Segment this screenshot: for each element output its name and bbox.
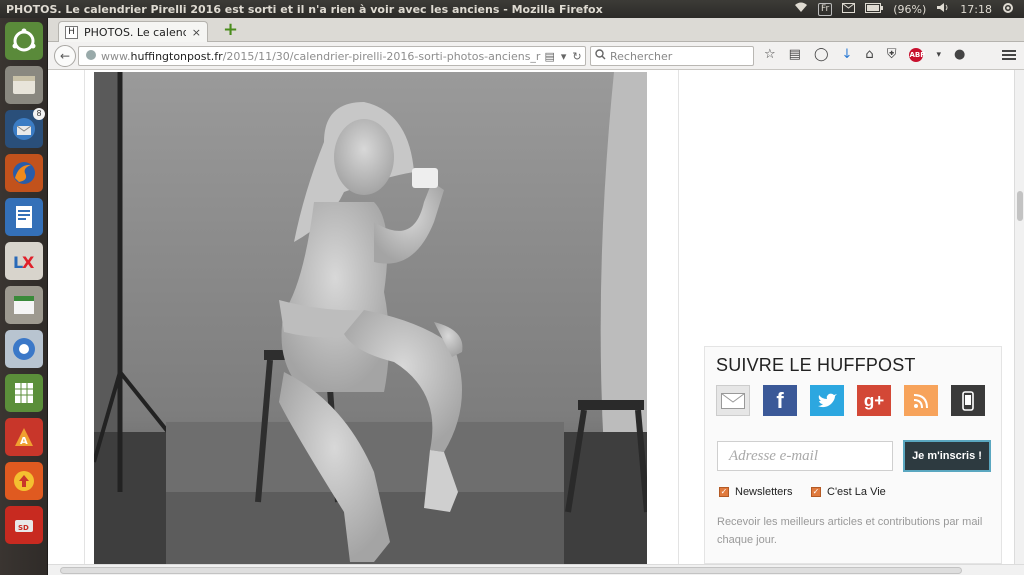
email-icon[interactable]: [716, 385, 750, 416]
social-links: f g+: [716, 385, 985, 416]
horizontal-scroll-thumb[interactable]: [60, 567, 962, 574]
navigation-toolbar: ← www.huffingtonpost.fr/2015/11/30/calen…: [48, 42, 1024, 70]
vertical-scrollbar[interactable]: [1014, 70, 1024, 564]
checkbox-checked-icon[interactable]: ✓: [811, 487, 821, 497]
volume-icon[interactable]: [936, 2, 950, 16]
column-divider-right: [678, 70, 679, 564]
pocket-icon[interactable]: ◯: [814, 47, 829, 62]
shield-icon[interactable]: ⛨: [887, 47, 897, 62]
bookmarks-menu-icon[interactable]: ▤: [789, 47, 801, 62]
horizontal-scrollbar[interactable]: [48, 564, 1024, 575]
battery-percent: (96%): [893, 2, 927, 16]
chromium-icon[interactable]: [5, 330, 43, 368]
email-field[interactable]: Adresse e-mail: [717, 441, 893, 471]
window-title: PHOTOS. Le calendrier Pirelli 2016 est s…: [6, 2, 603, 16]
writer-icon[interactable]: [5, 198, 43, 236]
url-domain: huffingtonpost.fr: [130, 49, 223, 63]
page-content: SUIVRE LE HUFFPOST f g+ Adresse e-mail J…: [48, 70, 1014, 564]
calendar-icon[interactable]: [5, 286, 43, 324]
cest-la-vie-label: C'est La Vie: [827, 486, 886, 498]
update-manager-icon[interactable]: [5, 462, 43, 500]
hamburger-menu-icon[interactable]: [1002, 48, 1016, 62]
mail-icon[interactable]: [842, 2, 856, 16]
search-placeholder: Rechercher: [610, 49, 673, 63]
search-icon: [595, 49, 606, 63]
disk-icon[interactable]: SD: [5, 506, 43, 544]
chat-icon[interactable]: ●: [954, 47, 965, 62]
follow-huffpost-widget: SUIVRE LE HUFFPOST f g+ Adresse e-mail J…: [704, 346, 1002, 564]
subscribe-description: Recevoir les meilleurs articles et contr…: [717, 516, 983, 546]
vertical-scroll-thumb[interactable]: [1017, 191, 1023, 221]
search-bar[interactable]: Rechercher: [590, 46, 754, 66]
keyboard-layout[interactable]: Fr: [818, 2, 833, 16]
svg-text:X: X: [22, 253, 35, 272]
site-identity-icon[interactable]: [85, 49, 97, 64]
reload-icon[interactable]: ↻: [572, 50, 581, 63]
newsletters-label: Newsletters: [735, 486, 793, 498]
software-center-icon[interactable]: A: [5, 418, 43, 456]
gear-icon[interactable]: [1002, 2, 1014, 17]
newsletters-checkbox[interactable]: ✓ Newsletters: [719, 486, 792, 498]
thunderbird-icon[interactable]: 8: [5, 108, 45, 148]
close-tab-icon[interactable]: ×: [192, 26, 201, 39]
checkbox-checked-icon[interactable]: ✓: [719, 487, 729, 497]
bookmark-star-icon[interactable]: ☆: [764, 47, 776, 62]
url-bar[interactable]: www.huffingtonpost.fr/2015/11/30/calendr…: [78, 46, 586, 66]
back-button[interactable]: ←: [54, 45, 76, 67]
launcher: 8 LX A SD: [0, 18, 48, 575]
mobile-icon[interactable]: [951, 385, 985, 416]
reader-view-icon[interactable]: ▤: [544, 50, 554, 63]
toolbar-icons: ☆ ▤ ◯ ↓ ⌂ ⛨ ABP ▾ ●: [764, 47, 965, 62]
home-icon[interactable]: ⌂: [865, 47, 873, 62]
dash-home-icon[interactable]: [5, 22, 43, 60]
huffpost-favicon: H: [65, 25, 78, 39]
follow-title: SUIVRE LE HUFFPOST: [716, 355, 916, 375]
downloads-icon[interactable]: ↓: [842, 47, 853, 62]
window-title-bar: PHOTOS. Le calendrier Pirelli 2016 est s…: [0, 0, 1024, 18]
spreadsheet-icon[interactable]: [5, 374, 43, 412]
clock[interactable]: 17:18: [960, 3, 992, 16]
column-divider-left: [84, 70, 85, 564]
tab-bar: H PHOTOS. Le calendr... × +: [48, 18, 1024, 42]
url-prefix: www.: [101, 49, 131, 63]
facebook-icon[interactable]: f: [763, 385, 797, 416]
new-tab-button[interactable]: +: [223, 21, 238, 39]
adblock-dropdown-icon[interactable]: ▾: [936, 50, 941, 60]
wifi-icon[interactable]: [794, 2, 808, 16]
system-tray: Fr (96%) 17:18: [794, 2, 1024, 17]
svg-text:SD: SD: [18, 524, 29, 532]
files-icon[interactable]: [5, 66, 43, 104]
twitter-icon[interactable]: [810, 385, 844, 416]
tab-label: PHOTOS. Le calendr...: [84, 25, 186, 39]
firefox-icon[interactable]: [5, 154, 43, 192]
adblock-icon[interactable]: ABP: [909, 47, 925, 62]
unread-badge: 8: [33, 108, 45, 120]
svg-text:A: A: [20, 436, 28, 447]
battery-icon[interactable]: [865, 2, 884, 16]
dropdown-arrow-icon[interactable]: ▾: [561, 50, 567, 63]
lyx-icon[interactable]: LX: [5, 242, 43, 280]
rss-icon[interactable]: [904, 385, 938, 416]
article-photo: [94, 72, 647, 564]
cest-la-vie-checkbox[interactable]: ✓ C'est La Vie: [811, 486, 886, 498]
tab-huffpost[interactable]: H PHOTOS. Le calendr... ×: [58, 21, 208, 42]
subscribe-button[interactable]: Je m'inscris !: [903, 440, 991, 472]
url-path: /2015/11/30/calendrier-pirelli-2016-sort…: [222, 49, 541, 63]
google-plus-icon[interactable]: g+: [857, 385, 891, 416]
